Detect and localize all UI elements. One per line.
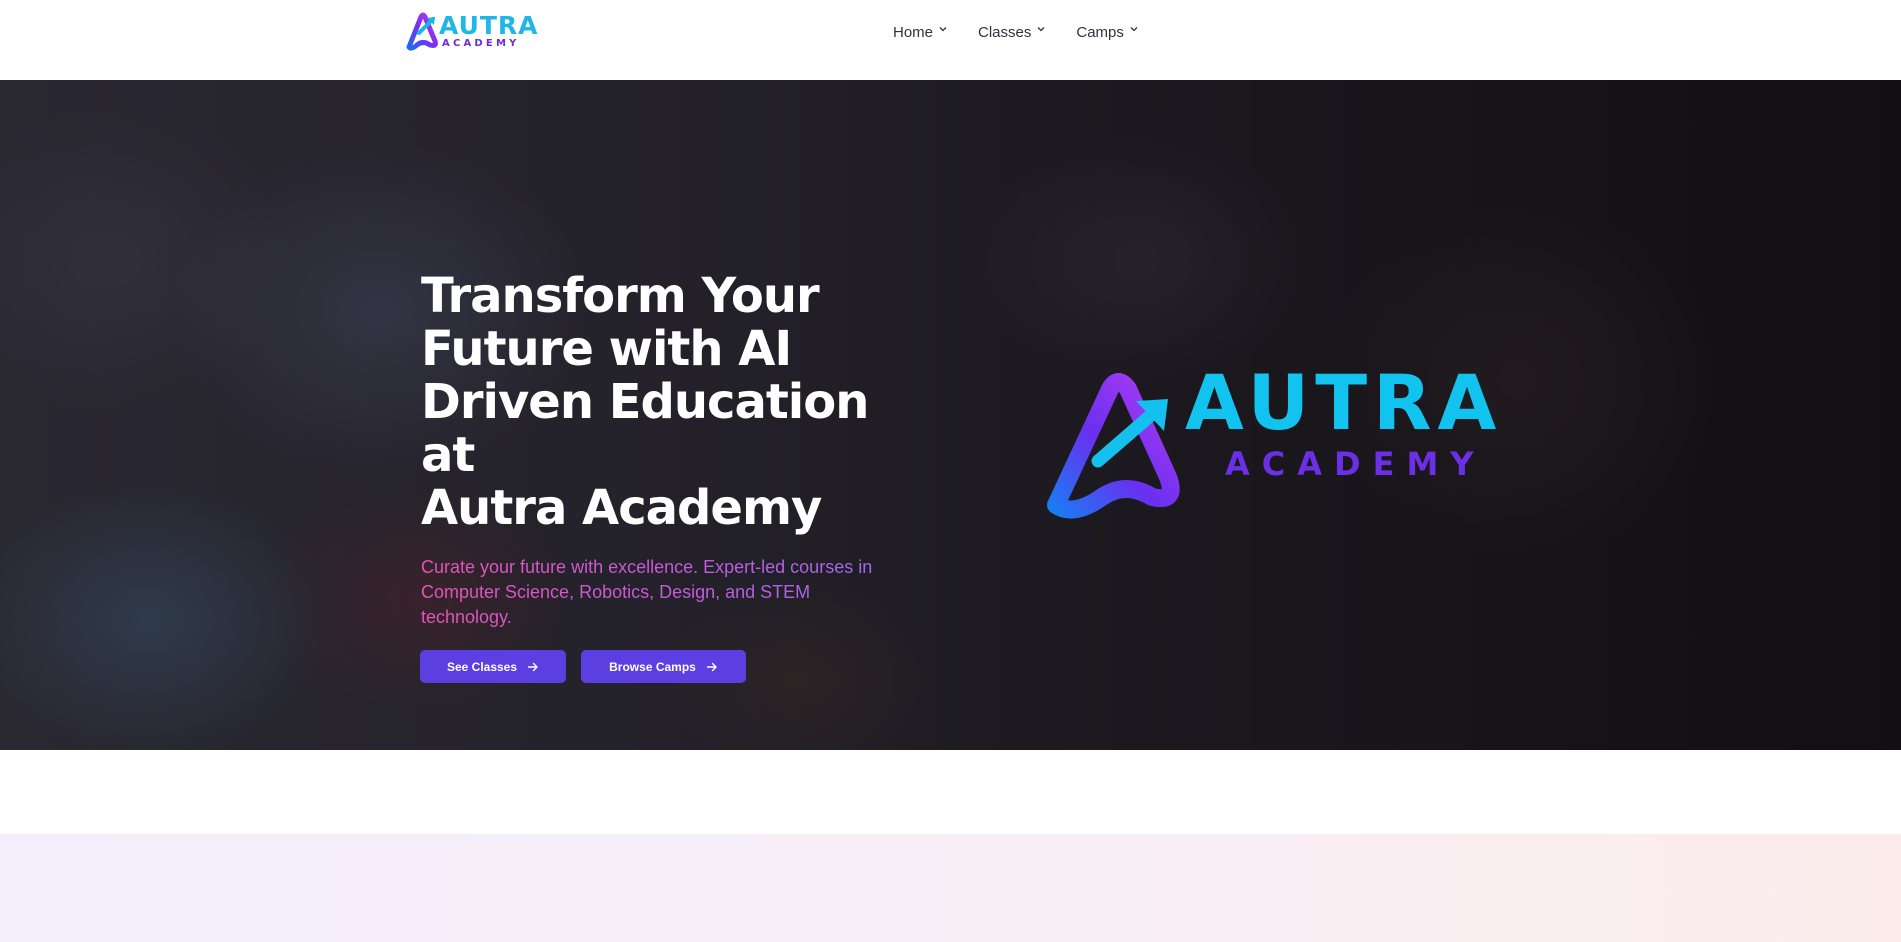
hero-buttons: See Classes Browse Camps <box>420 650 921 683</box>
logo-word: AUTRA <box>439 11 539 40</box>
logo-word: AUTRA <box>1185 358 1503 447</box>
logo-mark-icon <box>406 12 438 51</box>
site-logo[interactable]: AUTRA ACADEMY <box>405 8 538 54</box>
hero-title-line: Future with AI <box>421 321 792 377</box>
nav-item-classes[interactable]: Classes <box>978 20 1046 44</box>
next-section-background <box>0 834 1901 942</box>
logo-tagline: ACADEMY <box>1225 445 1486 483</box>
button-label: Browse Camps <box>609 659 696 674</box>
hero-title: Transform Your Future with AI Driven Edu… <box>421 270 921 535</box>
hero-section: Transform Your Future with AI Driven Edu… <box>0 80 1901 750</box>
chevron-down-icon <box>1037 26 1045 31</box>
main-nav: Home Classes Camps <box>893 20 1139 44</box>
site-header: AUTRA ACADEMY Home Classes Camps <box>0 0 1901 80</box>
hero-title-line: Transform Your <box>421 268 820 324</box>
hero-title-line: Autra Academy <box>421 480 822 536</box>
hero-content: Transform Your Future with AI Driven Edu… <box>420 270 921 683</box>
nav-item-home[interactable]: Home <box>893 20 948 44</box>
chevron-down-icon <box>939 26 947 31</box>
arrow-right-icon <box>527 662 538 671</box>
chevron-down-icon <box>1130 26 1138 31</box>
button-label: See Classes <box>446 659 518 674</box>
hero-title-line: Driven Education at <box>421 374 869 483</box>
hero-subtitle: Curate your future with excellence. Expe… <box>421 555 901 630</box>
see-classes-button[interactable]: See Classes <box>420 650 566 683</box>
hero-logo: AUTRA ACADEMY <box>1040 365 1496 525</box>
nav-item-label: Camps <box>1076 23 1124 41</box>
nav-item-label: Classes <box>978 23 1032 41</box>
nav-item-camps[interactable]: Camps <box>1076 20 1139 44</box>
nav-item-label: Home <box>893 23 934 41</box>
arrow-right-icon <box>706 662 717 671</box>
browse-camps-button[interactable]: Browse Camps <box>581 650 746 683</box>
